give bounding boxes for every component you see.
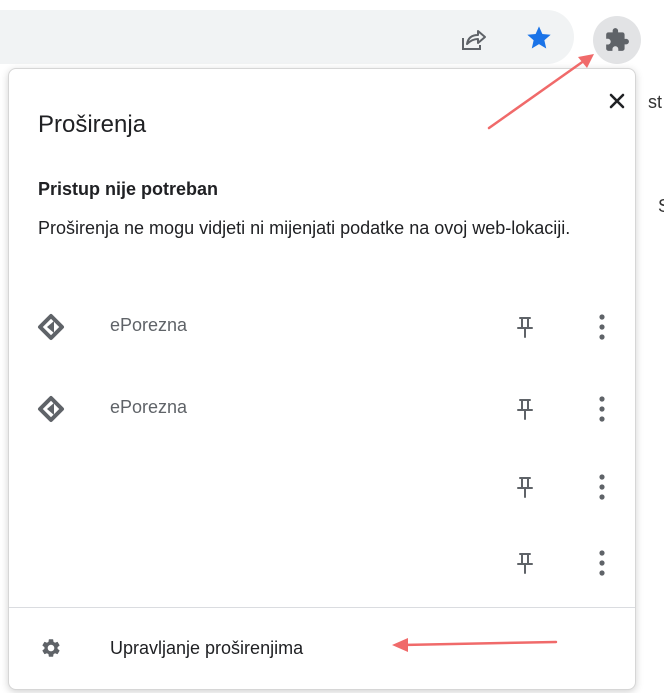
pin-icon[interactable] xyxy=(514,475,536,499)
pin-icon[interactable] xyxy=(514,397,536,421)
extension-row[interactable]: ePorezna xyxy=(9,379,635,439)
more-vert-icon[interactable] xyxy=(597,473,607,501)
more-vert-icon[interactable] xyxy=(597,549,607,577)
extensions-popup: Proširenja Pristup nije potreban Prošire… xyxy=(8,68,636,690)
extension-row[interactable] xyxy=(9,533,635,593)
manage-extensions-button[interactable]: Upravljanje proširenjima xyxy=(9,619,635,677)
close-icon xyxy=(609,93,625,109)
extension-name: ePorezna xyxy=(110,315,188,335)
puzzle-icon xyxy=(606,28,629,51)
eporezna-logo-icon xyxy=(38,314,64,340)
gear-icon xyxy=(42,639,60,657)
eporezna-logo-icon xyxy=(38,396,64,422)
section-heading: Pristup nije potreban xyxy=(38,179,219,199)
divider xyxy=(9,607,635,608)
screen: st S Proširenja Pristup nije potreban Pr… xyxy=(0,0,664,693)
pin-icon[interactable] xyxy=(514,551,536,575)
share-icon[interactable] xyxy=(456,22,492,58)
pin-icon[interactable] xyxy=(514,315,536,339)
more-vert-icon[interactable] xyxy=(597,313,607,341)
background-page-text: st xyxy=(648,92,663,112)
close-button[interactable] xyxy=(603,87,631,115)
extension-row[interactable] xyxy=(9,457,635,517)
manage-extensions-label: Upravljanje proširenjima xyxy=(110,638,304,658)
bookmark-star-icon[interactable] xyxy=(521,20,557,56)
background-page-text: S xyxy=(658,196,664,217)
extension-row[interactable]: ePorezna xyxy=(9,297,635,357)
extensions-puzzle-button[interactable] xyxy=(593,16,641,64)
extension-name: ePorezna xyxy=(110,397,188,417)
section-description: Proširenja ne mogu vidjeti ni mijenjati … xyxy=(38,218,571,238)
more-vert-icon[interactable] xyxy=(597,395,607,423)
popup-title: Proširenja xyxy=(38,111,147,138)
